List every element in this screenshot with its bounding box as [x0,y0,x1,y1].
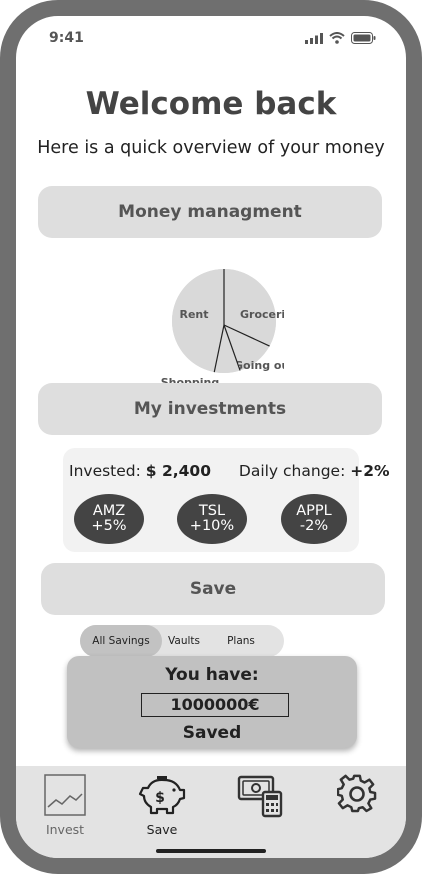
daily-change-value: +2% [350,462,390,480]
stock-badge-tsl[interactable]: TSL +10% [177,494,247,544]
you-have-label: You have: [165,665,259,685]
tab-plans[interactable]: Plans [220,625,262,657]
signal-icon [305,32,323,44]
nav-invest-label: Invest [45,822,85,837]
invested-value: $ 2,400 [145,462,212,480]
money-calculator-icon [237,775,283,818]
stock-badge-appl[interactable]: APPL -2% [281,494,347,544]
stock-ticker: TSL [198,503,226,519]
pie-label: Rent [179,308,208,321]
status-time: 9:41 [49,30,84,46]
spending-pie-chart: GroceriesGoing outShoppingRent [134,248,300,389]
piggy-bank-icon: $ [138,776,186,815]
phone-frame: 9:41 Welcome back Here is a quick overvi… [0,0,422,874]
savings-card: You have: 1000000€ Saved [67,656,357,748]
bottom-nav: Invest $ Save [16,766,406,858]
nav-save[interactable]: $ Save [127,774,197,837]
nav-settings[interactable] [322,774,392,818]
my-investments-label: My investments [133,399,287,419]
my-investments-button[interactable]: My investments [38,383,382,435]
save-button[interactable]: Save [41,563,385,615]
svg-text:$: $ [155,790,165,806]
status-bar: 9:41 [16,16,406,60]
nav-invest[interactable]: Invest [30,774,100,837]
page-title: Welcome back [85,86,337,122]
tab-label: Plans [227,635,255,647]
chart-icon [44,774,86,816]
pie-svg: GroceriesGoing outShoppingRent [161,269,300,389]
stock-change: +5% [91,518,127,534]
stock-ticker: APPL [296,503,332,519]
nav-money[interactable] [226,774,296,822]
money-management-button[interactable]: Money managment [38,186,382,238]
stock-change: -2% [299,518,329,534]
save-label: Save [189,579,237,599]
tab-vaults[interactable]: Vaults [162,625,206,657]
saved-label: Saved [182,723,242,743]
nav-save-label: Save [146,822,178,837]
home-indicator[interactable] [156,849,266,853]
pie-label: Groceries [240,308,284,321]
invested-label: Invested: [69,462,141,480]
savings-amount: 1000000€ [141,693,289,717]
daily-change-label: Daily change: [238,462,346,480]
wifi-icon [329,32,345,44]
stock-change: +10% [189,518,235,534]
tab-label: All Savings [92,635,150,647]
savings-tabs: All Savings Vaults Plans [80,625,284,657]
page-subtitle: Here is a quick overview of your money [37,138,385,158]
stock-badge-amz[interactable]: AMZ +5% [74,494,144,544]
investment-summary-line: Invested: $ 2,400 Daily change: +2% [69,462,390,480]
pie-label: Going out [234,359,284,372]
screen: 9:41 Welcome back Here is a quick overvi… [16,16,406,858]
battery-icon [351,32,376,44]
tab-all-savings[interactable]: All Savings [80,625,162,657]
stock-ticker: AMZ [92,503,126,519]
gear-icon [336,774,377,813]
tab-label: Vaults [168,635,200,647]
money-management-label: Money managment [118,202,302,222]
status-icons [305,32,376,44]
